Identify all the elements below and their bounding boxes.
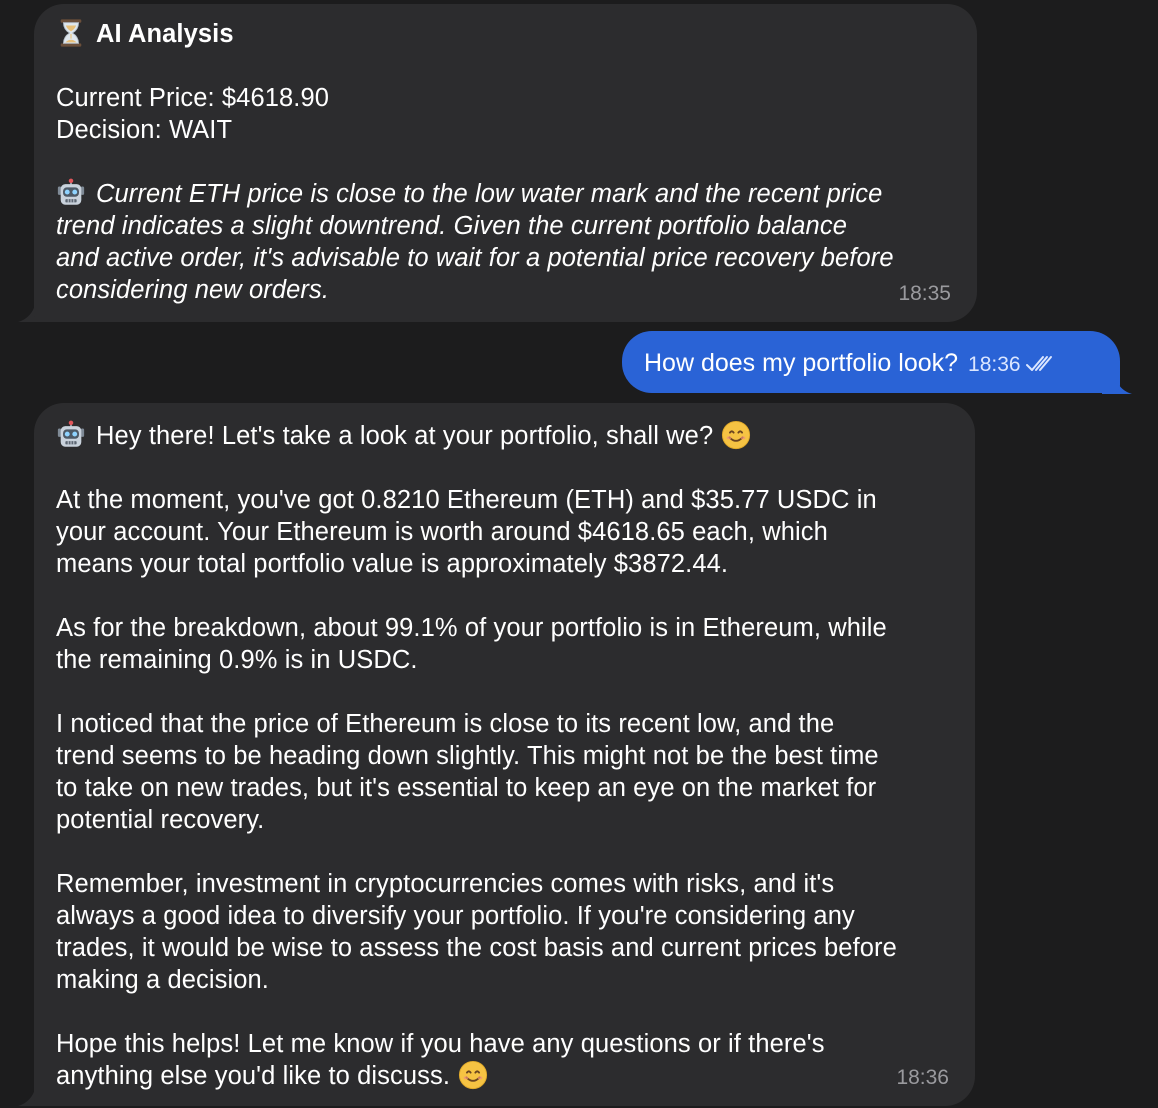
- message-title: AI Analysis: [96, 20, 234, 48]
- robot-icon: [56, 420, 86, 450]
- message-timestamp: 18:35: [898, 282, 951, 305]
- message-bubble-reply[interactable]: Hey there! Let's take a look at your por…: [34, 403, 975, 1106]
- message-timestamp: 18:36: [896, 1066, 949, 1089]
- reply-text: Hope this helps! Let me know if you have…: [56, 1030, 825, 1058]
- message-bubble-user[interactable]: How does my portfolio look? 18:36: [622, 331, 1120, 393]
- price-line: Current Price: $4618.90: [56, 84, 330, 112]
- reason-text: considering new orders.: [56, 276, 330, 304]
- message-bubble-analysis[interactable]: AI Analysis Current Price: $4618.90 Deci…: [34, 4, 977, 322]
- smiling-face-icon: [458, 1060, 488, 1090]
- hourglass-icon: [56, 18, 86, 48]
- reason-text: and active order, it's advisable to wait…: [56, 244, 894, 272]
- reason-text: trend indicates a slight downtrend. Give…: [56, 212, 847, 240]
- decision-line: Decision: WAIT: [56, 116, 233, 144]
- reply-text: At the moment, you've got 0.8210 Ethereu…: [56, 486, 877, 514]
- reply-text: means your total portfolio value is appr…: [56, 550, 729, 578]
- reply-text: I noticed that the price of Ethereum is …: [56, 710, 835, 738]
- reply-text: always a good idea to diversify your por…: [56, 902, 855, 930]
- double-check-icon: [1025, 356, 1052, 371]
- reply-text: potential recovery.: [56, 806, 265, 834]
- greeting-text: Hey there! Let's take a look at your por…: [96, 422, 714, 450]
- reply-text: trades, it would be wise to assess the c…: [56, 934, 897, 962]
- smiling-face-icon: [721, 420, 751, 450]
- reply-text: anything else you'd like to discuss.: [56, 1062, 451, 1090]
- chat-window: AI Analysis Current Price: $4618.90 Deci…: [0, 0, 1158, 1108]
- user-message-text: How does my portfolio look?: [644, 349, 959, 377]
- reply-text: to take on new trades, but it's essentia…: [56, 774, 877, 802]
- robot-icon: [56, 178, 86, 208]
- reply-text: your account. Your Ethereum is worth aro…: [56, 518, 828, 546]
- reply-text: Remember, investment in cryptocurrencies…: [56, 870, 835, 898]
- reply-text: making a decision.: [56, 966, 269, 994]
- reply-text: As for the breakdown, about 99.1% of you…: [56, 614, 887, 642]
- reply-text: trend seems to be heading down slightly.…: [56, 742, 879, 770]
- reply-text: the remaining 0.9% is in USDC.: [56, 646, 418, 674]
- reason-text: Current ETH price is close to the low wa…: [96, 180, 883, 208]
- message-timestamp: 18:36: [968, 353, 1021, 376]
